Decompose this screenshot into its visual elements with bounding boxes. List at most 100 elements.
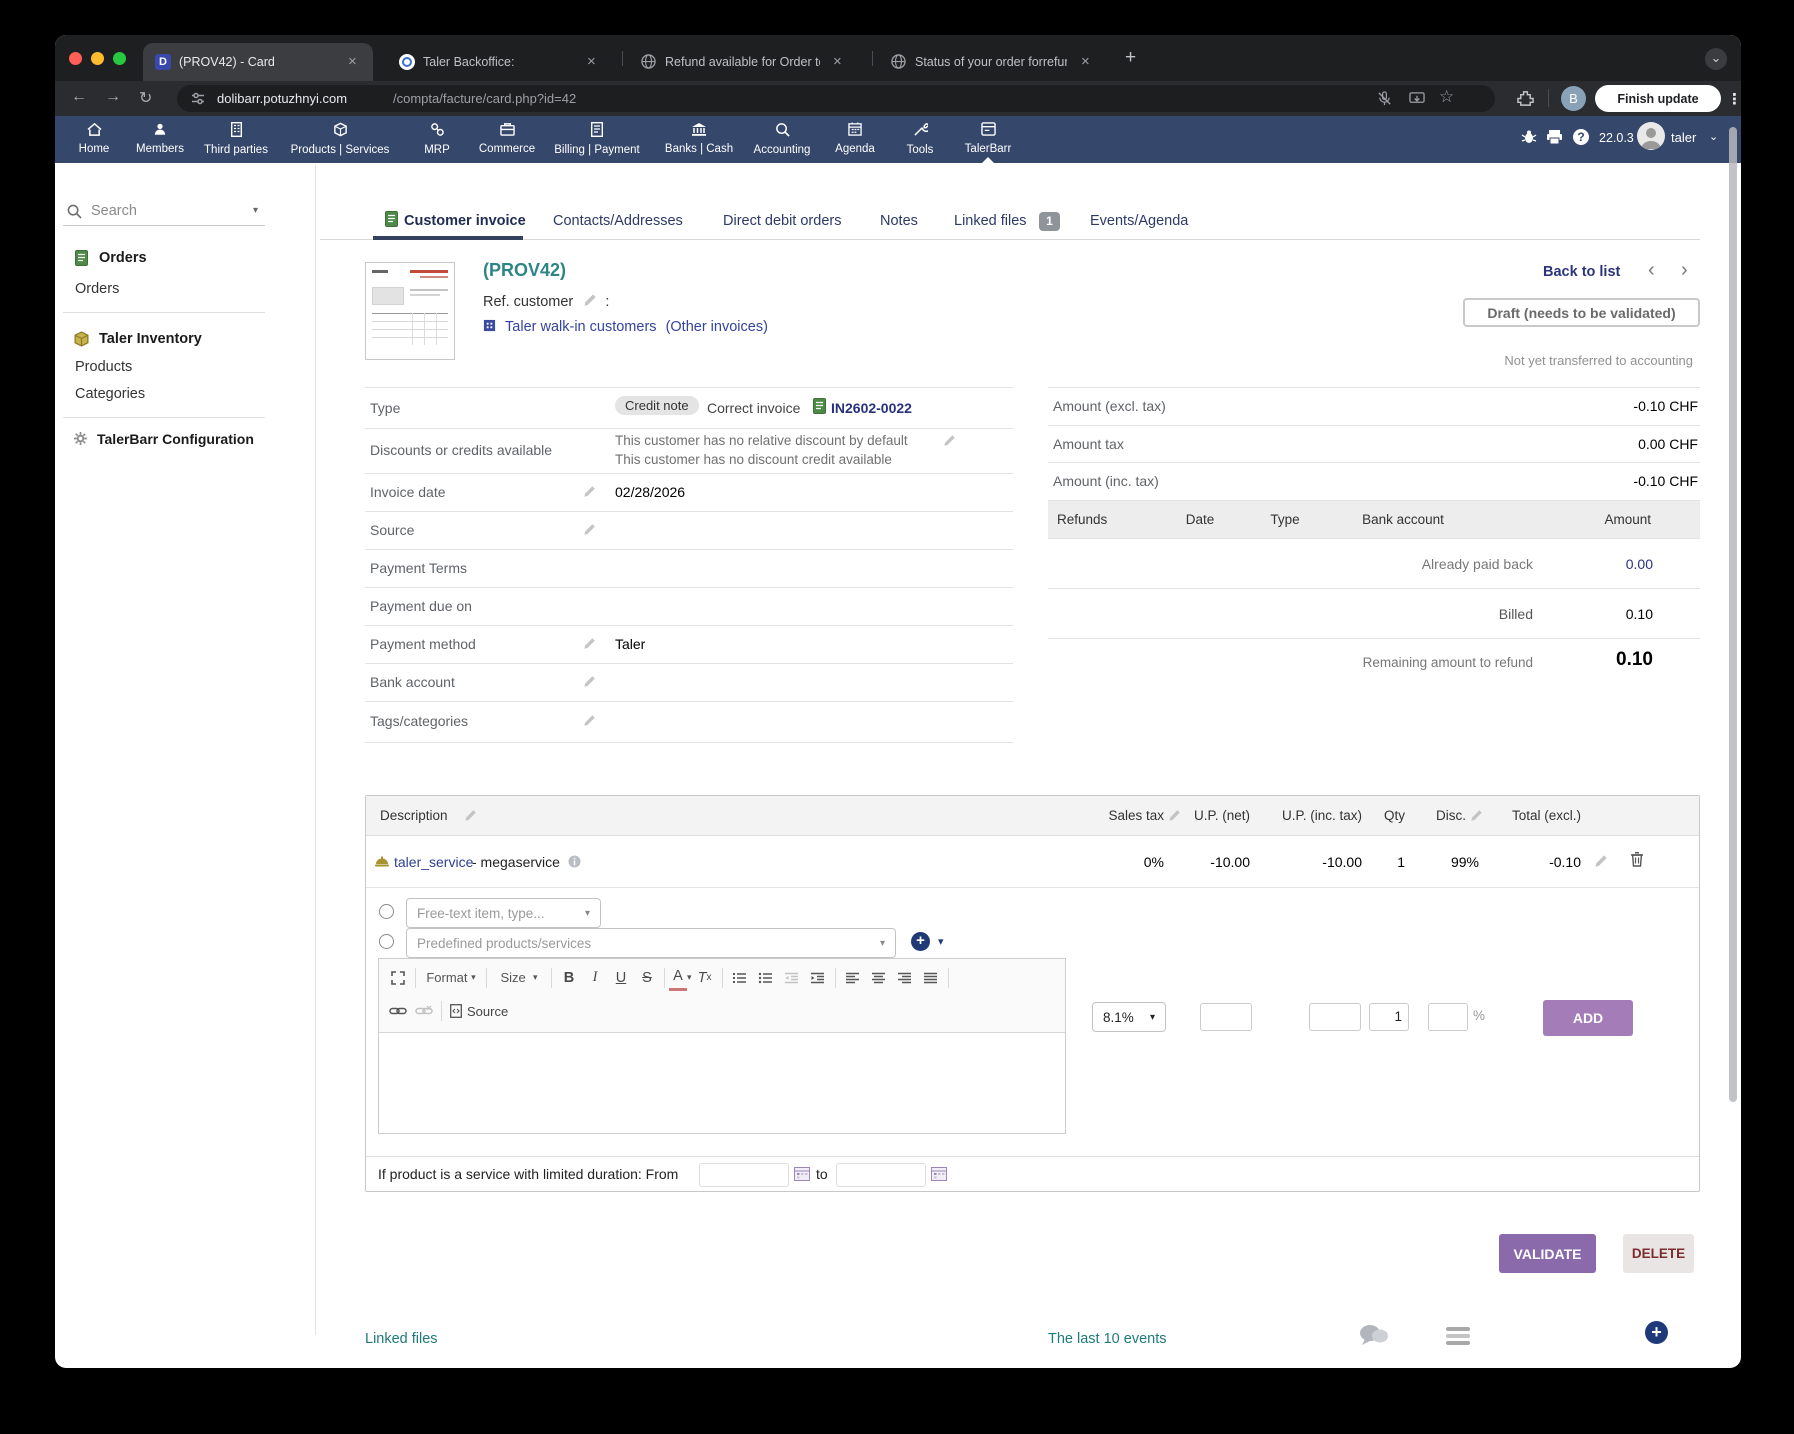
- profile-avatar[interactable]: B: [1561, 86, 1586, 111]
- browser-tab[interactable]: Taler Backoffice: ×: [387, 43, 615, 81]
- last-events-heading[interactable]: The last 10 events: [1048, 1331, 1167, 1347]
- extensions-icon[interactable]: [1517, 90, 1534, 107]
- date-from-input[interactable]: [699, 1163, 789, 1187]
- nav-third-parties[interactable]: Third parties: [189, 122, 283, 156]
- predefined-products-select[interactable]: Predefined products/services ▾: [406, 928, 896, 958]
- sidebar-item-products[interactable]: Products: [75, 359, 132, 375]
- nav-mrp[interactable]: MRP: [407, 122, 467, 156]
- nav-members[interactable]: Members: [125, 122, 195, 155]
- nav-home[interactable]: Home: [64, 122, 124, 155]
- align-left-icon[interactable]: [840, 966, 866, 990]
- info-icon[interactable]: [568, 855, 581, 868]
- tab-direct-debit-orders[interactable]: Direct debit orders: [723, 213, 841, 229]
- browser-tab[interactable]: Refund available for Order to ×: [627, 43, 867, 81]
- description-editor[interactable]: Format ▾ Size ▾ B I U S A ▾ Tx: [378, 958, 1066, 1134]
- qty-input[interactable]: 1: [1369, 1003, 1409, 1031]
- chat-bubbles-icon[interactable]: [1358, 1323, 1390, 1349]
- up-inc-input[interactable]: [1309, 1003, 1361, 1031]
- sidebar-item-orders[interactable]: Orders: [75, 281, 119, 297]
- tab-linked-files[interactable]: Linked files: [954, 213, 1027, 229]
- bookmark-star-icon[interactable]: ☆: [1439, 87, 1454, 107]
- zoom-window-button[interactable]: [113, 52, 126, 65]
- already-paid-value[interactable]: 0.00: [1498, 556, 1653, 572]
- other-invoices-link[interactable]: (Other invoices): [666, 319, 768, 335]
- site-settings-icon[interactable]: [191, 92, 205, 105]
- increase-indent-icon[interactable]: [805, 966, 831, 990]
- date-to-input[interactable]: [836, 1163, 926, 1187]
- up-net-input[interactable]: [1200, 1003, 1252, 1031]
- edit-pencil-icon[interactable]: [583, 714, 596, 727]
- edit-pencil-icon[interactable]: [583, 293, 597, 307]
- correct-invoice-link[interactable]: IN2602-0022: [831, 400, 912, 416]
- linked-files-heading[interactable]: Linked files: [365, 1331, 438, 1347]
- nav-commerce[interactable]: Commerce: [467, 122, 547, 155]
- nav-billing-payment[interactable]: Billing | Payment: [542, 122, 652, 156]
- free-text-radio[interactable]: [379, 904, 394, 919]
- install-icon[interactable]: [1409, 91, 1425, 106]
- sidebar-item-categories[interactable]: Categories: [75, 386, 145, 402]
- sidebar-item-talerbarr-configuration[interactable]: TalerBarr Configuration: [97, 431, 254, 447]
- user-chevron-down-icon[interactable]: ⌄: [1709, 130, 1718, 143]
- edit-pencil-icon[interactable]: [583, 523, 596, 536]
- search-dropdown-caret-icon[interactable]: ▾: [253, 205, 258, 216]
- bold-icon[interactable]: B: [556, 966, 582, 990]
- maximize-icon[interactable]: [385, 966, 411, 990]
- nav-banks-cash[interactable]: Banks | Cash: [651, 122, 747, 155]
- text-color-icon[interactable]: A: [669, 964, 687, 991]
- tax-rate-select[interactable]: 8.1% ▾: [1092, 1002, 1166, 1032]
- edit-line-pencil-icon[interactable]: [1594, 854, 1608, 868]
- search-input[interactable]: Search: [91, 203, 137, 219]
- close-tab-icon[interactable]: ×: [1081, 54, 1090, 70]
- delete-line-trash-icon[interactable]: [1630, 851, 1644, 868]
- nav-talerbarr[interactable]: TalerBarr: [951, 122, 1025, 155]
- customer-link[interactable]: Taler walk-in customers: [505, 319, 657, 335]
- edit-pencil-icon[interactable]: [464, 809, 477, 822]
- tab-contacts-addresses[interactable]: Contacts/Addresses: [553, 213, 683, 229]
- link-icon[interactable]: [385, 999, 411, 1023]
- mic-blocked-icon[interactable]: [1377, 91, 1392, 106]
- close-window-button[interactable]: [69, 52, 82, 65]
- underline-icon[interactable]: U: [608, 966, 634, 990]
- nav-agenda[interactable]: Agenda: [823, 122, 887, 155]
- predefined-radio[interactable]: [379, 934, 394, 949]
- nav-tools[interactable]: Tools: [889, 122, 951, 156]
- remove-format-icon[interactable]: Tx: [692, 966, 718, 990]
- unordered-list-icon[interactable]: [753, 966, 779, 990]
- close-tab-icon[interactable]: ×: [833, 54, 842, 70]
- validate-button[interactable]: VALIDATE: [1499, 1234, 1596, 1273]
- add-event-plus-icon[interactable]: +: [1645, 1321, 1668, 1344]
- tab-search-chevron[interactable]: ⌄: [1705, 48, 1727, 70]
- strikethrough-icon[interactable]: S: [634, 966, 660, 990]
- next-record-icon[interactable]: ›: [1681, 259, 1688, 282]
- edit-pencil-icon[interactable]: [583, 485, 596, 498]
- back-icon[interactable]: ←: [71, 88, 87, 106]
- browser-tab-active[interactable]: D (PROV42) - Card ×: [143, 43, 373, 81]
- back-to-list-link[interactable]: Back to list: [1543, 264, 1620, 280]
- new-tab-button[interactable]: +: [1125, 47, 1136, 69]
- tab-notes[interactable]: Notes: [880, 213, 918, 229]
- plus-menu-chevron-icon[interactable]: ▾: [938, 935, 944, 948]
- nav-accounting[interactable]: Accounting: [740, 122, 824, 156]
- edit-pencil-icon[interactable]: [943, 434, 956, 447]
- align-right-icon[interactable]: [892, 966, 918, 990]
- delete-button[interactable]: DELETE: [1623, 1234, 1694, 1273]
- edit-pencil-icon[interactable]: [1470, 809, 1483, 822]
- user-avatar[interactable]: [1637, 122, 1665, 150]
- add-line-button[interactable]: ADD: [1543, 1000, 1633, 1036]
- justify-icon[interactable]: [918, 966, 944, 990]
- source-button[interactable]: Source: [446, 999, 512, 1023]
- free-text-select[interactable]: Free-text item, type... ▾: [406, 898, 601, 928]
- tab-customer-invoice[interactable]: Customer invoice: [404, 213, 526, 229]
- debug-bug-icon[interactable]: [1521, 129, 1537, 150]
- nav-products-services[interactable]: Products | Services: [275, 122, 405, 156]
- prev-record-icon[interactable]: ‹: [1648, 259, 1655, 282]
- product-link[interactable]: taler_service: [394, 854, 473, 870]
- print-icon[interactable]: [1546, 129, 1563, 150]
- help-icon[interactable]: ?: [1573, 129, 1589, 145]
- minimize-window-button[interactable]: [91, 52, 104, 65]
- add-product-plus-icon[interactable]: +: [911, 932, 930, 951]
- edit-pencil-icon[interactable]: [583, 675, 596, 688]
- format-dropdown[interactable]: Format ▾: [420, 966, 482, 990]
- decrease-indent-icon[interactable]: [779, 966, 805, 990]
- browser-tab[interactable]: Status of your order forrefund ×: [877, 43, 1115, 81]
